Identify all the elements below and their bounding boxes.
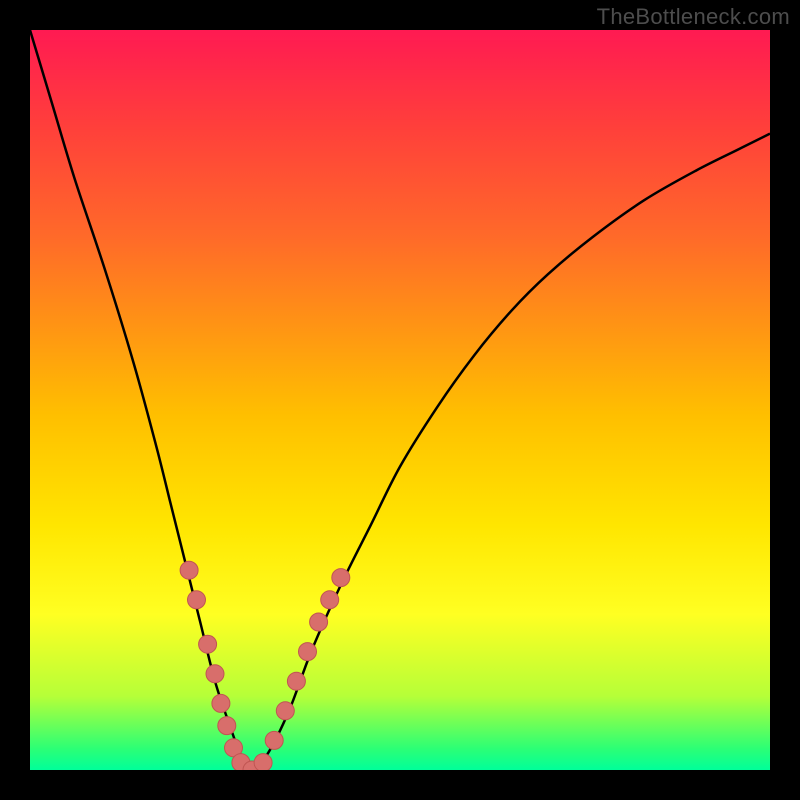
chart-frame: TheBottleneck.com — [0, 0, 800, 800]
curve-marker — [287, 672, 305, 690]
plot-area — [30, 30, 770, 770]
curve-marker — [212, 694, 230, 712]
curve-marker — [299, 643, 317, 661]
curve-marker — [218, 717, 236, 735]
curve-marker — [310, 613, 328, 631]
curve-marker — [265, 731, 283, 749]
bottleneck-curve — [30, 30, 770, 770]
curve-marker — [321, 591, 339, 609]
curve-marker — [254, 754, 272, 770]
curve-marker — [199, 635, 217, 653]
marker-group — [180, 561, 350, 770]
watermark-text: TheBottleneck.com — [597, 4, 790, 30]
curve-marker — [180, 561, 198, 579]
curve-marker — [188, 591, 206, 609]
curve-marker — [276, 702, 294, 720]
curve-marker — [206, 665, 224, 683]
curve-marker — [332, 569, 350, 587]
chart-svg — [30, 30, 770, 770]
